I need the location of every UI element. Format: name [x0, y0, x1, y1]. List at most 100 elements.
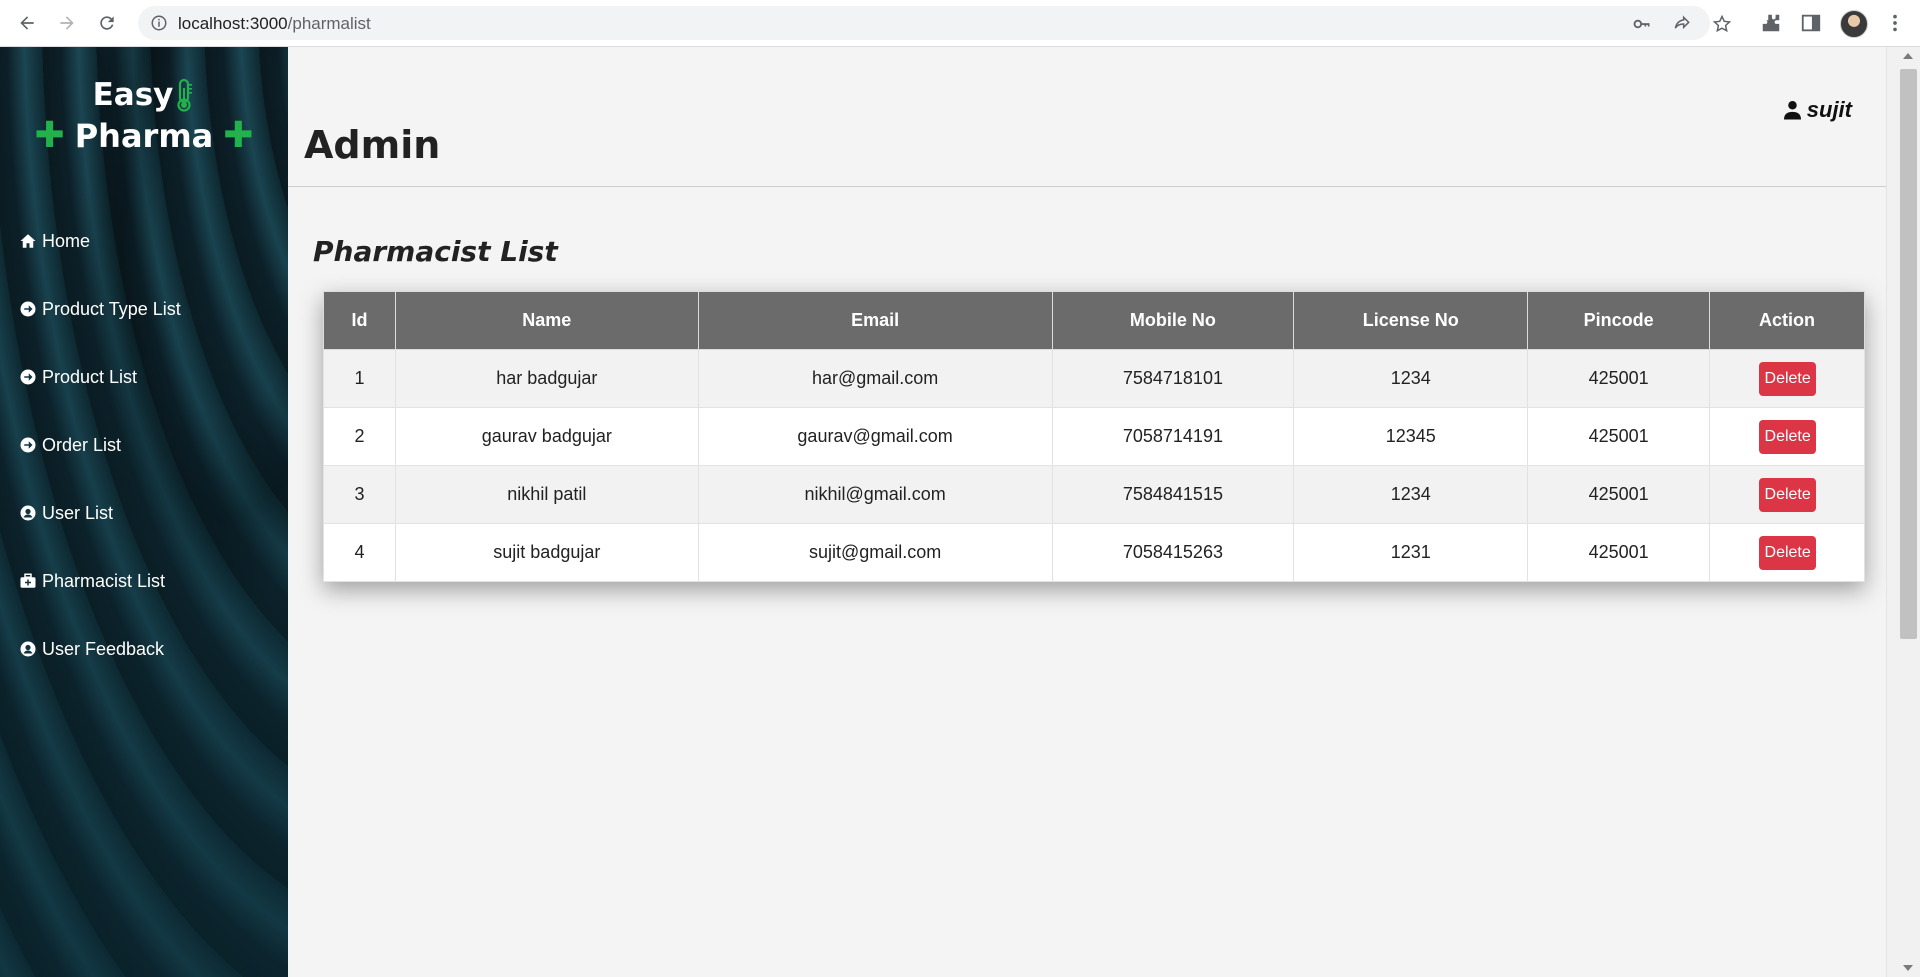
cell-pincode: 425001 [1527, 349, 1711, 408]
sidebar-item-home[interactable]: Home [18, 207, 181, 275]
cell-action: Delete [1709, 523, 1865, 582]
cell-id: 2 [323, 407, 396, 466]
main-content: sujit Admin Pharmacist List Id Name Emai… [288, 47, 1886, 977]
scroll-down-icon[interactable] [1903, 965, 1913, 971]
cell-name: nikhil patil [394, 465, 699, 524]
sidebar-item-label: Order List [42, 434, 122, 455]
user-icon [1783, 101, 1801, 120]
kebab-menu-icon[interactable] [1884, 12, 1906, 34]
table-row: 2 gaurav badgujar gaurav@gmail.com 70587… [323, 407, 1865, 466]
cell-email: har@gmail.com [697, 349, 1053, 408]
column-header-mobile: Mobile No [1051, 291, 1295, 350]
table-row: 1 har badgujar har@gmail.com 7584718101 … [323, 349, 1865, 408]
arrow-circle-right-icon [18, 367, 38, 387]
scroll-up-icon[interactable] [1903, 53, 1913, 59]
address-bar[interactable]: localhost:3000/pharmalist [138, 6, 1732, 40]
sidebar-menu: Home Product Type List Product List Orde… [18, 207, 181, 683]
sidebar-item-label: Home [42, 230, 91, 251]
medkit-icon [18, 571, 38, 591]
table-header-row: Id Name Email Mobile No License No Pinco… [323, 291, 1865, 350]
column-header-id: Id [323, 291, 396, 350]
user-circle-icon [18, 639, 38, 659]
table-row: 4 sujit badgujar sujit@gmail.com 7058415… [323, 523, 1865, 582]
thermometer-icon [177, 78, 193, 112]
cell-name: gaurav badgujar [394, 407, 699, 466]
cell-license: 1234 [1293, 465, 1529, 524]
plus-icon: ✚ [34, 115, 65, 156]
forward-icon[interactable] [54, 10, 80, 36]
extensions-icon[interactable] [1760, 12, 1782, 34]
brand-logo[interactable]: Easy ✚ Pharma ✚ [0, 77, 288, 156]
sidebar-item-user-feedback[interactable]: User Feedback [18, 615, 181, 683]
sidebar-item-label: Product Type List [42, 298, 181, 319]
section-title: Pharmacist List [313, 235, 558, 268]
pharmacist-table: Id Name Email Mobile No License No Pinco… [323, 291, 1865, 582]
cell-license: 1231 [1293, 523, 1529, 582]
cell-action: Delete [1709, 407, 1865, 466]
profile-avatar[interactable] [1840, 10, 1868, 38]
arrow-circle-right-icon [18, 435, 38, 455]
cell-id: 1 [323, 349, 396, 408]
cell-mobile: 7584718101 [1051, 349, 1295, 408]
sidebar-item-order-list[interactable]: Order List [18, 411, 181, 479]
sidebar-item-label: Product List [42, 366, 138, 387]
cell-pincode: 425001 [1527, 407, 1711, 466]
column-header-action: Action [1709, 291, 1865, 350]
bookmark-star-icon[interactable] [1712, 14, 1732, 34]
back-icon[interactable] [14, 10, 40, 36]
delete-button[interactable]: Delete [1758, 419, 1816, 454]
page-scrollbar[interactable] [1886, 47, 1920, 977]
cell-action: Delete [1709, 465, 1865, 524]
cell-pincode: 425001 [1527, 523, 1711, 582]
sidebar-item-user-list[interactable]: User List [18, 479, 181, 547]
cell-mobile: 7584841515 [1051, 465, 1295, 524]
user-circle-icon [18, 503, 38, 523]
header-divider [288, 186, 1886, 187]
key-icon[interactable] [1632, 14, 1652, 34]
delete-button[interactable]: Delete [1758, 361, 1816, 396]
url-text: localhost:3000/pharmalist [178, 14, 371, 33]
plus-icon: ✚ [223, 115, 254, 156]
username: sujit [1806, 97, 1852, 122]
column-header-name: Name [394, 291, 699, 350]
share-icon[interactable] [1672, 14, 1692, 34]
pharmacist-table-container: Id Name Email Mobile No License No Pinco… [323, 291, 1865, 582]
scrollbar-thumb[interactable] [1900, 69, 1917, 639]
cell-pincode: 425001 [1527, 465, 1711, 524]
cell-name: sujit badgujar [394, 523, 699, 582]
cell-license: 1234 [1293, 349, 1529, 408]
reload-icon[interactable] [94, 10, 120, 36]
user-menu[interactable]: sujit [1783, 97, 1852, 123]
cell-email: nikhil@gmail.com [697, 465, 1053, 524]
sidebar-item-pharmacist-list[interactable]: Pharmacist List [18, 547, 181, 615]
sidebar: Easy ✚ Pharma ✚ Home Product Type List P… [0, 47, 288, 977]
home-icon [18, 231, 38, 251]
logo-line2: Pharma [74, 116, 214, 155]
cell-email: gaurav@gmail.com [697, 407, 1053, 466]
side-panel-icon[interactable] [1800, 12, 1822, 34]
cell-name: har badgujar [394, 349, 699, 408]
cell-mobile: 7058714191 [1051, 407, 1295, 466]
sidebar-item-label: Pharmacist List [42, 570, 166, 591]
sidebar-item-label: User Feedback [42, 638, 165, 659]
sidebar-item-product-list[interactable]: Product List [18, 343, 181, 411]
page-title: Admin [304, 123, 441, 167]
cell-id: 4 [323, 523, 396, 582]
sidebar-item-product-type-list[interactable]: Product Type List [18, 275, 181, 343]
info-icon[interactable] [150, 14, 168, 32]
cell-id: 3 [323, 465, 396, 524]
cell-mobile: 7058415263 [1051, 523, 1295, 582]
delete-button[interactable]: Delete [1758, 535, 1816, 570]
cell-action: Delete [1709, 349, 1865, 408]
column-header-license: License No [1293, 291, 1529, 350]
browser-toolbar: localhost:3000/pharmalist [0, 0, 1920, 47]
logo-line1: Easy [92, 77, 174, 113]
cell-email: sujit@gmail.com [697, 523, 1053, 582]
arrow-circle-right-icon [18, 299, 38, 319]
table-row: 3 nikhil patil nikhil@gmail.com 75848415… [323, 465, 1865, 524]
cell-license: 12345 [1293, 407, 1529, 466]
delete-button[interactable]: Delete [1758, 477, 1816, 512]
sidebar-item-label: User List [42, 502, 114, 523]
column-header-pincode: Pincode [1527, 291, 1711, 350]
column-header-email: Email [697, 291, 1053, 350]
